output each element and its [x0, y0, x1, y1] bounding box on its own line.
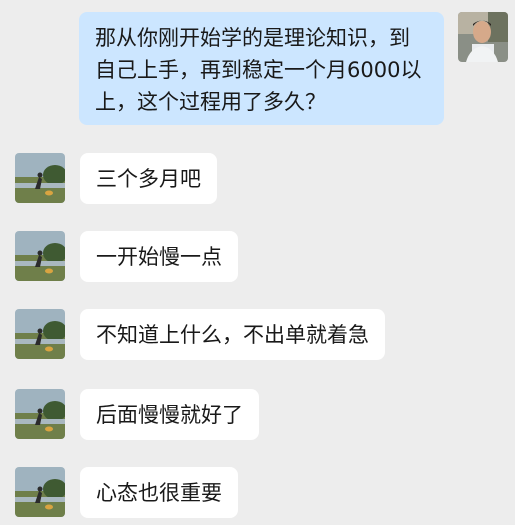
incoming-message-text: 不知道上什么，不出单就着急 — [96, 323, 369, 347]
incoming-message-bubble[interactable]: 后面慢慢就好了 — [80, 389, 259, 440]
incoming-message-text: 三个多月吧 — [96, 167, 201, 191]
chat-window: 那从你刚开始学的是理论知识，到 自己上手，再到稳定一个月6000以 上，这个过程… — [0, 0, 515, 525]
incoming-message-bubble[interactable]: 不知道上什么，不出单就着急 — [80, 309, 385, 360]
outgoing-message-line-1: 那从你刚开始学的是理论知识，到 — [95, 26, 410, 50]
user-avatar[interactable] — [458, 12, 508, 62]
incoming-message-text: 后面慢慢就好了 — [96, 403, 243, 427]
incoming-message-text: 一开始慢一点 — [96, 245, 222, 269]
incoming-message-bubble[interactable]: 一开始慢一点 — [80, 231, 238, 282]
outgoing-message-bubble[interactable]: 那从你刚开始学的是理论知识，到 自己上手，再到稳定一个月6000以 上，这个过程… — [79, 12, 444, 125]
outgoing-message-line-3: 上，这个过程用了多久？ — [95, 90, 326, 114]
incoming-message-bubble[interactable]: 心态也很重要 — [80, 467, 238, 518]
incoming-message-text: 心态也很重要 — [96, 481, 222, 505]
contact-avatar[interactable] — [15, 153, 65, 203]
contact-avatar[interactable] — [15, 309, 65, 359]
contact-avatar[interactable] — [15, 231, 65, 281]
outgoing-message-line-2: 自己上手，再到稳定一个月6000以 — [95, 58, 422, 82]
incoming-message-bubble[interactable]: 三个多月吧 — [80, 153, 217, 204]
contact-avatar[interactable] — [15, 467, 65, 517]
contact-avatar[interactable] — [15, 389, 65, 439]
